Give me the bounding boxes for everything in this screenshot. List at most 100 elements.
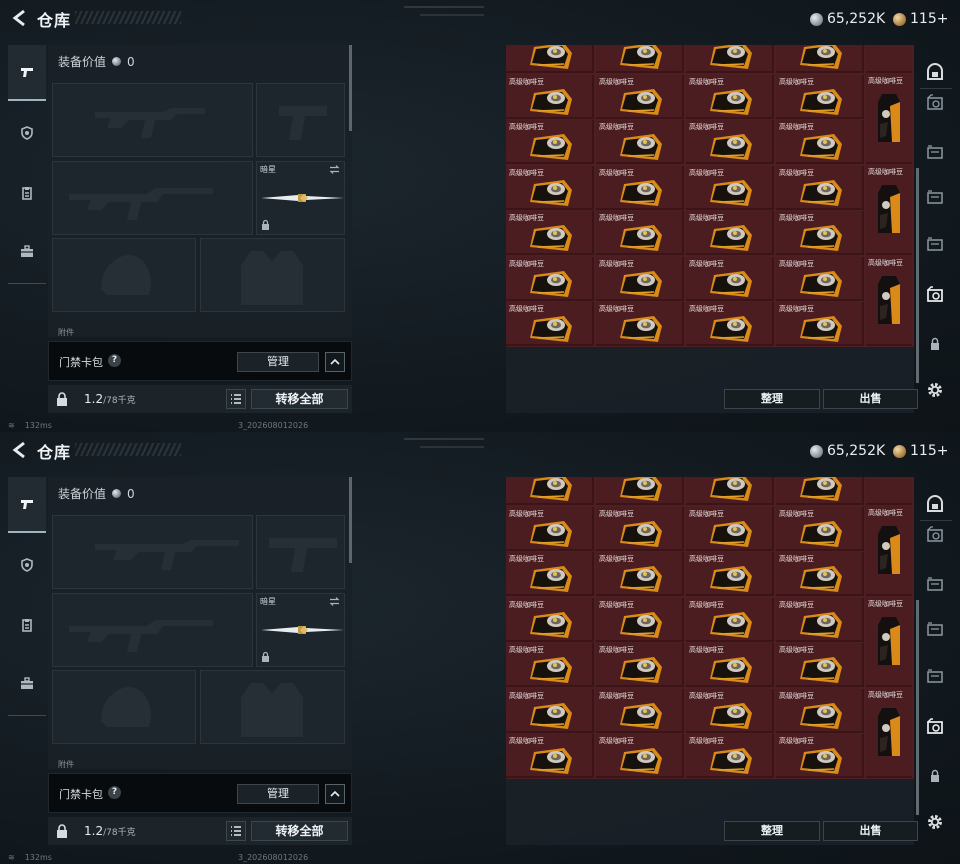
coffee-bean-item[interactable] <box>686 45 774 73</box>
storage-tab-5[interactable] <box>922 664 948 688</box>
coffee-bean-item[interactable]: 高级咖啡豆 <box>506 302 594 346</box>
coffee-bean-item[interactable] <box>506 45 594 73</box>
coffee-bean-item[interactable]: 高级咖啡豆 <box>506 211 594 255</box>
coffee-bean-item[interactable]: 高级咖啡豆 <box>686 597 774 642</box>
pistol-slot[interactable] <box>256 83 345 157</box>
coffee-bean-item[interactable] <box>596 477 684 505</box>
transfer-all-button[interactable]: 转移全部 <box>251 821 348 841</box>
coffee-bean-item[interactable]: 高级咖啡豆 <box>596 120 684 164</box>
coffee-bean-item[interactable]: 高级咖啡豆 <box>776 302 864 346</box>
coffee-bean-item[interactable]: 高级咖啡豆 <box>776 688 864 733</box>
coffee-bean-item[interactable]: 高级咖啡豆 <box>596 597 684 642</box>
coffee-bag-item[interactable]: 高级咖啡豆 <box>866 165 912 255</box>
coffee-bean-item[interactable]: 高级咖啡豆 <box>506 256 594 301</box>
coffee-bean-item[interactable]: 高级咖啡豆 <box>596 734 684 778</box>
coffee-bean-item[interactable]: 高级咖啡豆 <box>776 734 864 778</box>
coffee-bean-item[interactable]: 高级咖啡豆 <box>776 74 864 119</box>
coffee-bean-item[interactable]: 高级咖啡豆 <box>776 256 864 301</box>
coffee-bean-item[interactable]: 高级咖啡豆 <box>596 506 684 551</box>
coffee-bean-item[interactable]: 高级咖啡豆 <box>506 74 594 119</box>
coffee-bean-item[interactable]: 高级咖啡豆 <box>596 74 684 119</box>
coffee-bean-item[interactable]: 高级咖啡豆 <box>776 165 864 210</box>
swap-icon[interactable] <box>329 597 340 606</box>
storage-tab-6-active[interactable] <box>922 283 948 307</box>
gold-currency[interactable]: 115+ <box>893 10 948 28</box>
sell-button[interactable]: 出售 <box>823 389 918 409</box>
storage-tab-2[interactable] <box>922 91 948 115</box>
coffee-bean-item[interactable]: 高级咖啡豆 <box>596 256 684 301</box>
coffee-bean-item[interactable]: 高级咖啡豆 <box>686 734 774 778</box>
coffee-bean-item[interactable]: 高级咖啡豆 <box>596 302 684 346</box>
coffee-bag-item[interactable] <box>866 477 912 505</box>
rail-tab-weapons[interactable] <box>8 45 46 101</box>
coffee-bag-item[interactable]: 高级咖啡豆 <box>866 688 912 778</box>
rail-tab-gear[interactable] <box>8 597 46 653</box>
coffee-bean-item[interactable]: 高级咖啡豆 <box>776 597 864 642</box>
coffee-bean-item[interactable]: 高级咖啡豆 <box>506 734 594 778</box>
coffee-bean-item[interactable]: 高级咖啡豆 <box>776 506 864 551</box>
back-arrow-icon[interactable] <box>10 440 30 460</box>
coffee-bean-item[interactable]: 高级咖啡豆 <box>506 506 594 551</box>
coffee-bag-item[interactable]: 高级咖啡豆 <box>866 74 912 164</box>
coffee-bean-item[interactable] <box>506 477 594 505</box>
storage-tab-3[interactable] <box>922 140 948 164</box>
storage-tab-5[interactable] <box>922 232 948 256</box>
storage-tab-locked[interactable] <box>922 332 948 356</box>
coffee-bean-item[interactable]: 高级咖啡豆 <box>686 211 774 255</box>
secondary-weapon-slot[interactable] <box>52 161 253 235</box>
coffee-bean-item[interactable]: 高级咖啡豆 <box>506 688 594 733</box>
armor-slot[interactable] <box>200 238 345 312</box>
coffee-bean-item[interactable]: 高级咖啡豆 <box>506 165 594 210</box>
collapse-button[interactable] <box>325 352 345 372</box>
coffee-bean-item[interactable] <box>686 477 774 505</box>
coffee-bean-item[interactable]: 高级咖啡豆 <box>776 120 864 164</box>
melee-slot[interactable]: 暗星 <box>256 161 345 235</box>
rail-tab-gear[interactable] <box>8 165 46 221</box>
equipment-scrollbar[interactable] <box>349 477 352 563</box>
rail-tab-armor[interactable] <box>8 537 46 593</box>
coffee-bean-item[interactable]: 高级咖啡豆 <box>686 302 774 346</box>
rail-tab-supplies[interactable] <box>8 223 46 279</box>
storage-tab-6-active[interactable] <box>922 715 948 739</box>
settings-button[interactable] <box>922 810 948 834</box>
settings-button[interactable] <box>922 378 948 402</box>
coffee-bean-item[interactable]: 高级咖啡豆 <box>776 211 864 255</box>
coffee-bean-item[interactable]: 高级咖啡豆 <box>686 552 774 596</box>
coffee-bean-item[interactable] <box>776 477 864 505</box>
helmet-slot[interactable] <box>52 670 196 744</box>
coffee-bean-item[interactable]: 高级咖啡豆 <box>686 120 774 164</box>
coffee-bean-item[interactable]: 高级咖啡豆 <box>776 643 864 687</box>
pistol-slot[interactable] <box>256 515 345 589</box>
coffee-bean-item[interactable]: 高级咖啡豆 <box>506 597 594 642</box>
sort-button[interactable]: 整理 <box>724 389 820 409</box>
coffee-bean-item[interactable]: 高级咖啡豆 <box>596 211 684 255</box>
list-view-button[interactable] <box>226 821 246 841</box>
sort-button[interactable]: 整理 <box>724 821 820 841</box>
storage-tab-2[interactable] <box>922 523 948 547</box>
coffee-bean-item[interactable]: 高级咖啡豆 <box>596 688 684 733</box>
sell-button[interactable]: 出售 <box>823 821 918 841</box>
storage-tab-4[interactable] <box>922 617 948 641</box>
coffee-bean-item[interactable]: 高级咖啡豆 <box>686 506 774 551</box>
helmet-slot[interactable] <box>52 238 196 312</box>
help-icon[interactable]: ? <box>108 354 121 367</box>
storage-scrollbar[interactable] <box>916 168 919 383</box>
coffee-bag-item[interactable] <box>866 45 912 73</box>
coffee-bean-item[interactable] <box>776 45 864 73</box>
storage-tab-locked[interactable] <box>922 764 948 788</box>
primary-weapon-slot[interactable] <box>52 515 253 589</box>
coffee-bean-item[interactable]: 高级咖啡豆 <box>596 643 684 687</box>
storage-tab-1[interactable] <box>922 492 948 516</box>
coffee-bean-item[interactable]: 高级咖啡豆 <box>506 120 594 164</box>
manage-button[interactable]: 管理 <box>237 784 319 804</box>
coffee-bean-item[interactable]: 高级咖啡豆 <box>686 74 774 119</box>
gold-currency[interactable]: 115+ <box>893 442 948 460</box>
rail-tab-armor[interactable] <box>8 105 46 161</box>
coffee-bean-item[interactable]: 高级咖啡豆 <box>506 643 594 687</box>
armor-slot[interactable] <box>200 670 345 744</box>
storage-tab-1[interactable] <box>922 60 948 84</box>
swap-icon[interactable] <box>329 165 340 174</box>
coffee-bag-item[interactable]: 高级咖啡豆 <box>866 597 912 687</box>
list-view-button[interactable] <box>226 389 246 409</box>
storage-scrollbar[interactable] <box>916 600 919 815</box>
